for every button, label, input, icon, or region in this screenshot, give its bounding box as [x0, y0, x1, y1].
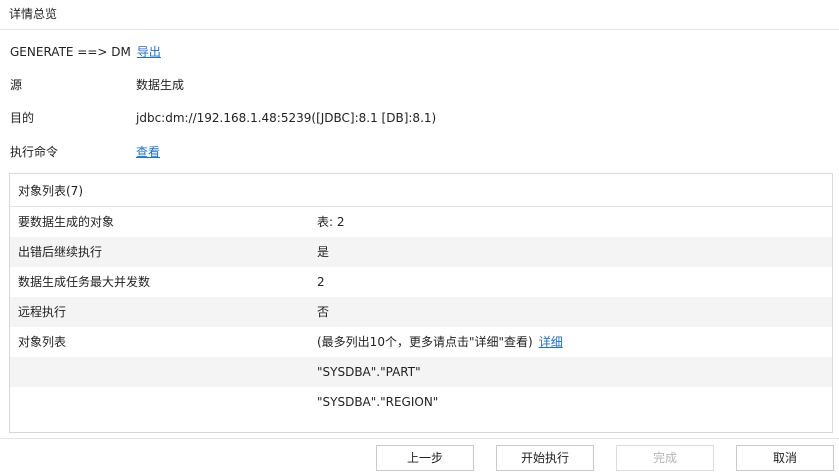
row-value: "SYSDBA"."PART": [317, 365, 421, 379]
target-label: 目的: [10, 111, 35, 125]
table-row: 出错后继续执行 是: [10, 237, 832, 267]
source-row: 源 数据生成: [10, 77, 610, 93]
footer-bar: 上一步 开始执行 完成 取消: [0, 438, 839, 472]
previous-step-button[interactable]: 上一步: [376, 445, 474, 471]
row-key: 出错后继续执行: [18, 245, 103, 259]
page-title: 详情总览: [9, 7, 58, 21]
table-row: 对象列表 (最多列出10个，更多请点击"详细"查看) 详细: [10, 327, 832, 357]
finish-button[interactable]: 完成: [616, 445, 714, 471]
target-value: jdbc:dm://192.168.1.48:5239([JDBC]:8.1 […: [136, 111, 437, 125]
row-key: 要数据生成的对象: [18, 215, 115, 229]
table-row: "SYSDBA"."PART": [10, 357, 832, 387]
row-value: 表: 2: [317, 215, 345, 229]
source-label: 源: [10, 78, 23, 92]
view-command-link[interactable]: 查看: [136, 144, 160, 160]
page-header: 详情总览: [0, 0, 839, 30]
row-value: 2: [317, 275, 325, 289]
source-value: 数据生成: [136, 78, 185, 92]
export-link[interactable]: 导出: [137, 45, 161, 59]
panel-title: 对象列表(7): [18, 184, 83, 198]
object-list-rows: 要数据生成的对象 表: 2 出错后继续执行 是 数据生成任务最大并发数 2 远程…: [10, 207, 832, 417]
row-value-with-link: (最多列出10个，更多请点击"详细"查看) 详细: [317, 327, 563, 357]
row-value: "SYSDBA"."REGION": [317, 395, 439, 409]
row-value: 否: [317, 305, 330, 319]
row-value: (最多列出10个，更多请点击"详细"查看): [317, 335, 533, 349]
table-row: "SYSDBA"."REGION": [10, 387, 832, 417]
details-overview-page: 详情总览 GENERATE ==> DM 导出 源 数据生成 目的 jdbc:dm…: [0, 0, 839, 472]
row-value: 是: [317, 245, 330, 259]
direction-line: GENERATE ==> DM 导出: [10, 44, 161, 60]
cancel-button[interactable]: 取消: [736, 445, 834, 471]
object-list-panel: 对象列表(7) 要数据生成的对象 表: 2 出错后继续执行 是 数据生成任务最大…: [9, 173, 833, 433]
table-row: 远程执行 否: [10, 297, 832, 327]
panel-header: 对象列表(7): [10, 174, 832, 207]
command-row: 执行命令 查看: [10, 144, 610, 160]
start-execution-button[interactable]: 开始执行: [496, 445, 594, 471]
target-row: 目的 jdbc:dm://192.168.1.48:5239([JDBC]:8.…: [10, 110, 610, 126]
command-label: 执行命令: [10, 145, 59, 159]
row-key: 数据生成任务最大并发数: [18, 275, 151, 289]
row-key: 对象列表: [18, 335, 67, 349]
row-key: 远程执行: [18, 305, 67, 319]
table-row: 要数据生成的对象 表: 2: [10, 207, 832, 237]
details-link[interactable]: 详细: [539, 335, 563, 349]
direction-text: GENERATE ==> DM: [10, 45, 131, 59]
table-row: 数据生成任务最大并发数 2: [10, 267, 832, 297]
